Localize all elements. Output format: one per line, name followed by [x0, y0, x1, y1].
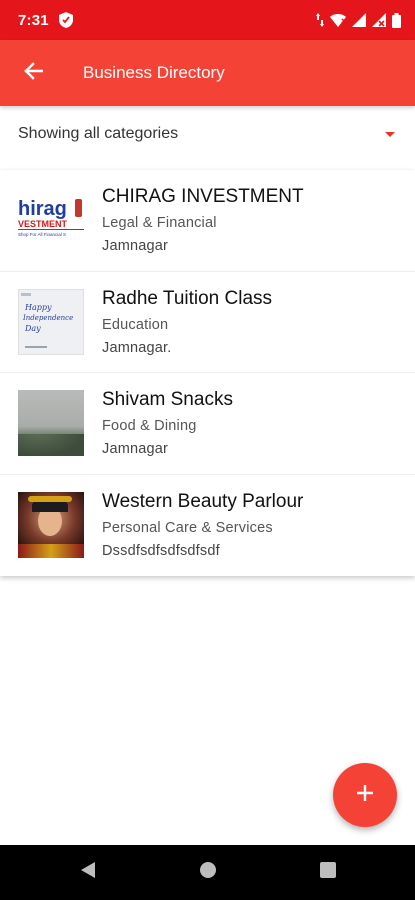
- business-city: Dssdfsdfsdfsdfsdf: [102, 543, 220, 560]
- list-item[interactable]: hirag VESTMENT Shop For All Financial S …: [0, 170, 415, 272]
- business-category: Education: [102, 316, 169, 333]
- wifi-icon: [330, 13, 346, 27]
- business-photo: [18, 492, 84, 559]
- arrow-left-icon: [23, 61, 44, 86]
- status-time: 7:31: [18, 11, 49, 29]
- logo-subtext: VESTMENT: [18, 219, 68, 230]
- business-photo: [18, 390, 84, 457]
- thumb-text-line3: Day: [25, 323, 41, 333]
- business-logo: Happy Independence Day: [18, 288, 84, 355]
- logo-figure: [75, 199, 82, 218]
- business-name: Radhe Tuition Class: [102, 287, 273, 309]
- shield-icon: [58, 12, 73, 28]
- crown-shape: [28, 496, 72, 503]
- app-bar: Business Directory: [0, 40, 415, 106]
- add-business-button[interactable]: [333, 763, 397, 827]
- status-bar: 7:31: [0, 0, 415, 40]
- plus-icon: [356, 784, 374, 807]
- business-list: hirag VESTMENT Shop For All Financial S …: [0, 170, 415, 576]
- business-logo: hirag VESTMENT Shop For All Financial S: [18, 187, 84, 254]
- back-button[interactable]: [0, 40, 66, 106]
- category-dropdown-value: Showing all categories: [18, 125, 179, 142]
- signal-no-service-icon: [372, 13, 386, 27]
- battery-icon: [392, 12, 401, 28]
- list-item[interactable]: Shivam Snacks Food & Dining Jamnagar: [0, 373, 415, 475]
- business-category: Personal Care & Services: [102, 520, 273, 537]
- nav-home-button[interactable]: [190, 855, 226, 891]
- trees-shape: [18, 434, 84, 457]
- business-city: Jamnagar: [102, 238, 169, 255]
- nav-recents-button[interactable]: [310, 855, 346, 891]
- business-name: CHIRAG INVESTMENT: [102, 186, 304, 208]
- system-nav-bar: [0, 845, 415, 900]
- thumb-text-line1: Happy: [25, 302, 52, 312]
- category-dropdown[interactable]: Showing all categories: [0, 106, 415, 162]
- data-arrows-icon: [316, 13, 324, 27]
- business-category: Legal & Financial: [102, 215, 217, 232]
- business-city: Jamnagar: [102, 441, 169, 458]
- business-city: Jamnagar.: [102, 339, 172, 356]
- triangle-back-icon: [80, 861, 96, 884]
- signal-icon: [352, 13, 366, 27]
- business-name: Shivam Snacks: [102, 389, 233, 411]
- logo-tagline: Shop For All Financial S: [18, 232, 67, 238]
- list-item[interactable]: Western Beauty Parlour Personal Care & S…: [0, 475, 415, 577]
- list-item[interactable]: Happy Independence Day Radhe Tuition Cla…: [0, 272, 415, 373]
- thumb-text-line2: Independence: [23, 313, 74, 322]
- logo-text: hirag: [18, 198, 67, 221]
- nav-back-button[interactable]: [70, 855, 106, 891]
- business-category: Food & Dining: [102, 418, 197, 435]
- page-title: Business Directory: [83, 63, 225, 82]
- circle-home-icon: [199, 861, 217, 884]
- garment-shape: [18, 544, 84, 559]
- dropdown-arrow-icon: [385, 131, 395, 137]
- square-recents-icon: [319, 862, 336, 883]
- business-name: Western Beauty Parlour: [102, 491, 304, 513]
